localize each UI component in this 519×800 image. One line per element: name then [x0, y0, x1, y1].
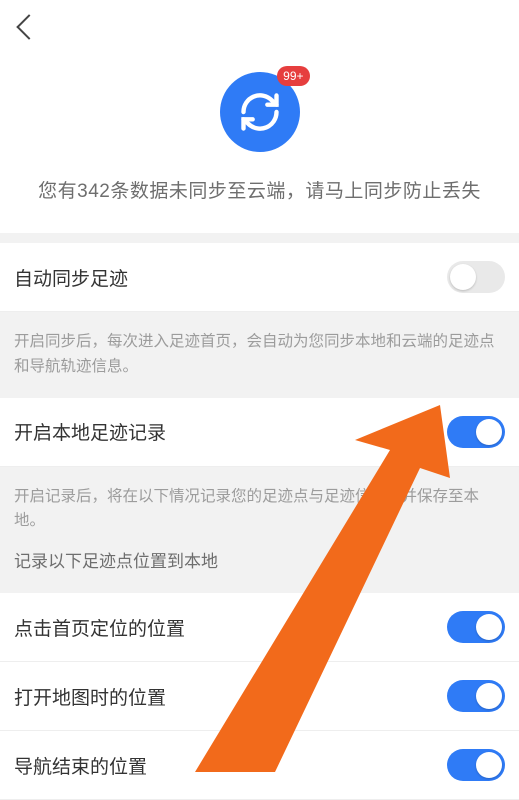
header: [0, 0, 519, 54]
row-item-0[interactable]: 点击首页定位的位置: [0, 593, 519, 662]
row-label: 打开地图时的位置: [14, 683, 166, 710]
back-icon[interactable]: [16, 14, 41, 39]
toggle-item-1[interactable]: [447, 680, 505, 712]
row-label: 导航结束的位置: [14, 752, 147, 779]
row-label: 开启本地足迹记录: [14, 418, 166, 445]
row-item-1[interactable]: 打开地图时的位置: [0, 662, 519, 731]
sync-button[interactable]: 99+: [220, 72, 300, 176]
toggle-local-record[interactable]: [447, 416, 505, 448]
sync-badge: 99+: [277, 66, 309, 86]
toggle-item-2[interactable]: [447, 749, 505, 781]
local-record-desc: 开启记录后，将在以下情况记录您的足迹点与足迹信息，并保存至本地。: [14, 485, 505, 535]
toggle-item-0[interactable]: [447, 611, 505, 643]
local-record-desc-block: 开启记录后，将在以下情况记录您的足迹点与足迹信息，并保存至本地。 记录以下足迹点…: [0, 467, 519, 594]
row-local-record[interactable]: 开启本地足迹记录: [0, 398, 519, 467]
toggle-auto-sync[interactable]: [447, 261, 505, 293]
row-label: 自动同步足迹: [14, 264, 128, 291]
section-title: 记录以下足迹点位置到本地: [14, 548, 505, 575]
row-item-2[interactable]: 导航结束的位置: [0, 731, 519, 800]
sync-section: 99+ 您有342条数据未同步至云端，请马上同步防止丢失: [0, 54, 519, 233]
row-auto-sync[interactable]: 自动同步足迹: [0, 243, 519, 312]
auto-sync-desc: 开启同步后，每次进入足迹首页，会自动为您同步本地和云端的足迹点和导航轨迹信息。: [0, 312, 519, 398]
divider: [0, 233, 519, 243]
row-label: 点击首页定位的位置: [14, 614, 185, 641]
sync-message: 您有342条数据未同步至云端，请马上同步防止丢失: [14, 176, 505, 203]
